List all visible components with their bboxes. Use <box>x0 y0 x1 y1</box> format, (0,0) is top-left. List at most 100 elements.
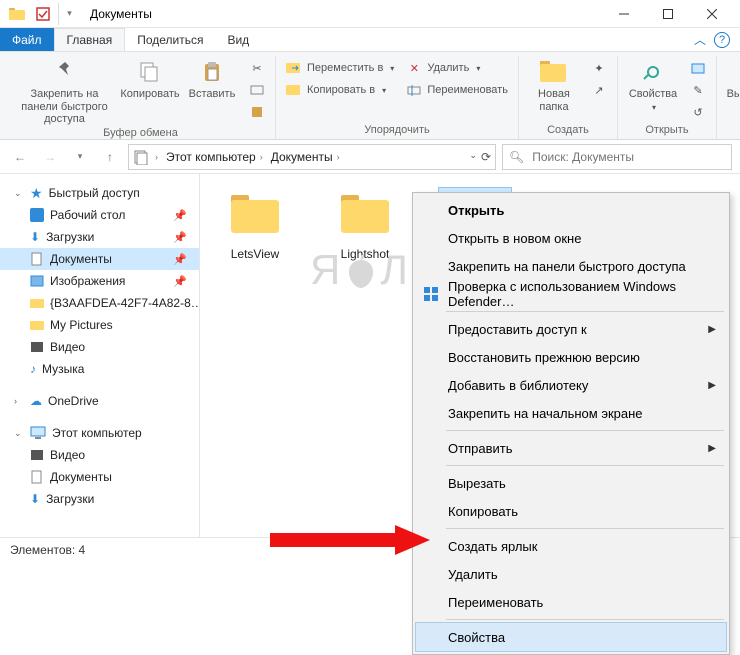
ctx-rename[interactable]: Переименовать <box>416 588 726 616</box>
ctx-restore-previous[interactable]: Восстановить прежнюю версию <box>416 343 726 371</box>
history-button[interactable]: ↺ <box>686 102 710 122</box>
copy-button[interactable]: Копировать <box>121 56 179 101</box>
address-bar[interactable]: › Этот компьютер› Документы› ⌄ ⟳ <box>128 144 496 170</box>
new-folder-button[interactable]: Новая папка <box>525 56 583 113</box>
folder-icon <box>30 297 44 309</box>
tree-video[interactable]: Видео <box>0 336 199 358</box>
tree-onedrive[interactable]: ›☁OneDrive <box>0 390 199 412</box>
help-icon[interactable]: ? <box>714 32 730 48</box>
star-icon: ★ <box>30 185 43 202</box>
open-icon <box>690 60 706 76</box>
submenu-arrow-icon: ▶ <box>708 380 716 391</box>
copy-to-icon <box>286 82 302 98</box>
breadcrumb-root[interactable]: Этот компьютер› <box>164 150 265 164</box>
tree-pc-video[interactable]: Видео <box>0 444 199 466</box>
forward-button[interactable]: → <box>38 145 62 169</box>
tree-this-pc[interactable]: ⌄Этот компьютер <box>0 422 199 444</box>
status-item-count: Элементов: 4 <box>10 543 85 557</box>
paste-button[interactable]: Вставить <box>183 56 241 101</box>
address-dropdown-button[interactable]: ⌄ <box>469 150 477 164</box>
expand-icon[interactable]: › <box>14 396 24 406</box>
group-organize: Переместить в▾ Копировать в▾ ✕Удалить▾ П… <box>276 56 519 139</box>
group-label-organize: Упорядочить <box>364 123 429 139</box>
tab-file[interactable]: Файл <box>0 28 54 51</box>
maximize-button[interactable] <box>646 0 690 28</box>
search-input[interactable] <box>530 149 725 165</box>
search-box[interactable]: 🔍︎ <box>502 144 732 170</box>
cut-button[interactable]: ✂ <box>245 58 269 78</box>
expand-icon[interactable]: ⌄ <box>14 188 24 199</box>
tree-documents[interactable]: Документы📌 <box>0 248 199 270</box>
pin-icon <box>49 58 81 86</box>
group-label-create: Создать <box>547 123 589 139</box>
minimize-button[interactable] <box>602 0 646 28</box>
chevron-down-icon: ▾ <box>390 64 394 73</box>
ctx-pin-quick-access[interactable]: Закрепить на панели быстрого доступа <box>416 252 726 280</box>
submenu-arrow-icon: ▶ <box>708 443 716 454</box>
expand-icon[interactable]: ⌄ <box>14 428 24 439</box>
new-item-button[interactable]: ✦ <box>587 58 611 78</box>
ctx-create-shortcut[interactable]: Создать ярлык <box>416 532 726 560</box>
select-button[interactable]: Выделить▾ <box>723 56 740 112</box>
back-button[interactable]: ← <box>8 145 32 169</box>
ctx-windows-defender[interactable]: Проверка с использованием Windows Defend… <box>416 280 726 308</box>
tab-share[interactable]: Поделиться <box>125 28 215 51</box>
ctx-pin-to-start[interactable]: Закрепить на начальном экране <box>416 399 726 427</box>
ctx-cut[interactable]: Вырезать <box>416 469 726 497</box>
breadcrumb-sep[interactable]: › <box>153 152 160 162</box>
ctx-delete[interactable]: Удалить <box>416 560 726 588</box>
tree-quick-access[interactable]: ⌄★Быстрый доступ <box>0 182 199 204</box>
copy-path-button[interactable] <box>245 80 269 100</box>
easy-access-button[interactable]: ↗ <box>587 80 611 100</box>
qat-item-icon[interactable] <box>32 3 54 25</box>
ctx-grant-access[interactable]: Предоставить доступ к▶ <box>416 315 726 343</box>
ctx-send-to[interactable]: Отправить▶ <box>416 434 726 462</box>
music-icon: ♪ <box>30 362 36 376</box>
tree-guid-folder[interactable]: {B3AAFDEA-42F7-4A82-8… <box>0 292 199 314</box>
properties-button[interactable]: Свойства▾ <box>624 56 682 112</box>
delete-button[interactable]: ✕Удалить▾ <box>402 58 512 78</box>
ctx-separator <box>446 465 724 466</box>
breadcrumb-current[interactable]: Документы› <box>269 150 342 164</box>
this-pc-icon <box>30 426 46 440</box>
tree-downloads[interactable]: ⬇Загрузки📌 <box>0 226 199 248</box>
rename-button[interactable]: Переименовать <box>402 80 512 100</box>
up-button[interactable]: ↑ <box>98 145 122 169</box>
folder-item[interactable]: Lightshot <box>320 188 410 261</box>
qat-dropdown-icon[interactable]: ▾ <box>58 3 80 25</box>
open-button[interactable] <box>686 58 710 78</box>
group-label-open: Открыть <box>645 123 688 139</box>
edit-button[interactable]: ✎ <box>686 80 710 100</box>
cut-icon: ✂ <box>249 60 265 76</box>
copy-path-icon <box>249 82 265 98</box>
folder-item[interactable]: LetsView <box>210 188 300 261</box>
tab-view[interactable]: Вид <box>215 28 261 51</box>
tree-desktop[interactable]: Рабочий стол📌 <box>0 204 199 226</box>
ctx-separator <box>446 430 724 431</box>
tree-pictures[interactable]: Изображения📌 <box>0 270 199 292</box>
copy-to-button[interactable]: Копировать в▾ <box>282 80 398 100</box>
paste-shortcut-button[interactable] <box>245 102 269 122</box>
tree-my-pictures[interactable]: My Pictures <box>0 314 199 336</box>
ctx-add-to-library[interactable]: Добавить в библиотеку▶ <box>416 371 726 399</box>
tab-home[interactable]: Главная <box>54 28 126 51</box>
ctx-open-new-window[interactable]: Открыть в новом окне <box>416 224 726 252</box>
ctx-copy[interactable]: Копировать <box>416 497 726 525</box>
close-button[interactable] <box>690 0 734 28</box>
ribbon-collapse[interactable]: ︿ ? <box>694 28 740 51</box>
recent-locations-button[interactable]: ▾ <box>68 145 92 169</box>
ctx-properties[interactable]: Свойства <box>416 623 726 651</box>
ctx-open[interactable]: Открыть <box>416 196 726 224</box>
refresh-button[interactable]: ⟳ <box>481 150 491 164</box>
move-to-button[interactable]: Переместить в▾ <box>282 58 398 78</box>
pin-icon: 📌 <box>173 209 193 222</box>
rename-icon <box>406 82 422 98</box>
tree-pc-documents[interactable]: Документы <box>0 466 199 488</box>
tree-music[interactable]: ♪Музыка <box>0 358 199 380</box>
tree-pc-downloads[interactable]: ⬇Загрузки <box>0 488 199 510</box>
chevron-down-icon: ▾ <box>476 64 480 73</box>
submenu-arrow-icon: ▶ <box>708 324 716 335</box>
pin-to-quick-access-button[interactable]: Закрепить на панели быстрого доступа <box>12 56 117 126</box>
group-open: Свойства▾ ✎ ↺ Открыть <box>618 56 717 139</box>
move-to-icon <box>286 60 302 76</box>
